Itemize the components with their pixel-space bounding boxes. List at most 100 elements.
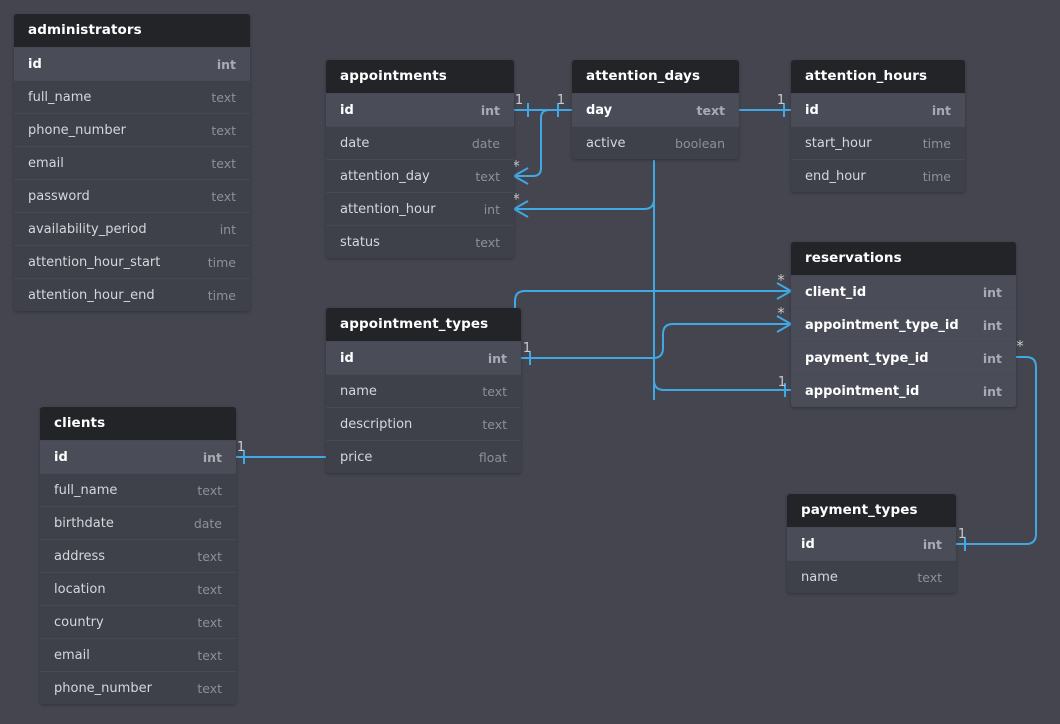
column-name: client_id bbox=[805, 284, 867, 300]
column-row[interactable]: appointment_type_id int bbox=[791, 308, 1016, 341]
column-type: text bbox=[197, 548, 222, 564]
link-appointment_types-reservations bbox=[521, 315, 794, 365]
column-row[interactable]: payment_type_id int bbox=[791, 341, 1016, 374]
column-name: payment_type_id bbox=[805, 350, 929, 366]
entity-table-attention_hours[interactable]: attention_hoursid int start_hour time end_ho… bbox=[791, 60, 965, 192]
column-row[interactable]: date date bbox=[326, 126, 514, 159]
column-row[interactable]: client_id int bbox=[791, 275, 1016, 308]
column-row[interactable]: country text bbox=[40, 605, 236, 638]
entity-table-attention_days[interactable]: attention_days day text active boolean bbox=[572, 60, 739, 159]
column-row[interactable]: name text bbox=[787, 560, 956, 593]
column-row[interactable]: id int bbox=[14, 47, 250, 80]
column-name: date bbox=[340, 135, 370, 151]
column-type: int bbox=[931, 102, 951, 118]
column-type: date bbox=[193, 515, 222, 531]
table-title-clients: clients bbox=[40, 407, 236, 440]
entity-table-appointment_types[interactable]: appointment_types id int name text descriptio… bbox=[326, 308, 521, 473]
column-row[interactable]: availability_period int bbox=[14, 212, 250, 245]
column-row[interactable]: end_hour time bbox=[791, 159, 965, 192]
link-appointments-reservations bbox=[653, 379, 791, 397]
column-row[interactable]: start_hour time bbox=[791, 126, 965, 159]
column-row[interactable]: address text bbox=[40, 539, 236, 572]
link-appointments-attention_days bbox=[514, 103, 572, 117]
column-row[interactable]: email text bbox=[14, 146, 250, 179]
table-title-attention_hours: attention_hours bbox=[791, 60, 965, 93]
column-type: int bbox=[480, 102, 500, 118]
column-row[interactable]: attention_hour_start time bbox=[14, 245, 250, 278]
column-row[interactable]: day text bbox=[572, 93, 739, 126]
table-title-reservations: reservations bbox=[791, 242, 1016, 275]
column-row[interactable]: name text bbox=[326, 374, 521, 407]
column-type: text bbox=[211, 188, 236, 204]
column-name: email bbox=[54, 647, 90, 663]
column-name: full_name bbox=[28, 89, 92, 105]
table-title-attention_days: attention_days bbox=[572, 60, 739, 93]
column-name: start_hour bbox=[805, 135, 872, 151]
column-name: active bbox=[586, 135, 626, 151]
cardinality-marker: 1 bbox=[958, 527, 966, 542]
column-type: text bbox=[211, 155, 236, 171]
column-row[interactable]: status text bbox=[326, 225, 514, 258]
entity-table-payment_types[interactable]: payment_types id int name text bbox=[787, 494, 956, 593]
column-row[interactable]: email text bbox=[40, 638, 236, 671]
column-name: name bbox=[801, 569, 838, 585]
column-row[interactable]: id int bbox=[40, 440, 236, 473]
column-type: text bbox=[211, 89, 236, 105]
cardinality-marker: * bbox=[1016, 337, 1024, 355]
entity-table-appointments[interactable]: appointments id int date date attention_day te… bbox=[326, 60, 514, 258]
entity-table-clients[interactable]: clients id int full_name text birthdate date ad… bbox=[40, 407, 236, 704]
column-row[interactable]: password text bbox=[14, 179, 250, 212]
column-type: time bbox=[922, 135, 951, 151]
column-name: id bbox=[340, 350, 354, 366]
column-name: id bbox=[340, 102, 354, 118]
column-type: int bbox=[487, 350, 507, 366]
column-type: int bbox=[202, 449, 222, 465]
column-type: int bbox=[922, 536, 942, 552]
column-row[interactable]: id int bbox=[326, 93, 514, 126]
column-row[interactable]: id int bbox=[787, 527, 956, 560]
column-name: description bbox=[340, 416, 413, 432]
column-row[interactable]: id int bbox=[326, 341, 521, 374]
column-type: text bbox=[211, 122, 236, 138]
column-name: end_hour bbox=[805, 168, 866, 184]
column-type: time bbox=[207, 287, 236, 303]
column-type: text bbox=[197, 581, 222, 597]
entity-table-reservations[interactable]: reservations client_id int appointment_type… bbox=[791, 242, 1016, 407]
column-type: date bbox=[471, 135, 500, 151]
column-row[interactable]: phone_number text bbox=[40, 671, 236, 704]
column-name: appointment_type_id bbox=[805, 317, 959, 333]
cardinality-marker: 1 bbox=[778, 375, 786, 390]
column-row[interactable]: attention_day text bbox=[326, 159, 514, 192]
column-name: id bbox=[28, 56, 42, 72]
column-type: int bbox=[982, 317, 1002, 333]
column-row[interactable]: full_name text bbox=[14, 80, 250, 113]
column-row[interactable]: appointment_id int bbox=[791, 374, 1016, 407]
column-name: name bbox=[340, 383, 377, 399]
er-diagram-canvas[interactable]: 1 1 1 * * * * * 1 1 1 1 administrators id int full_nam… bbox=[0, 0, 1060, 724]
column-name: attention_hour_start bbox=[28, 254, 161, 270]
entity-table-administrators[interactable]: administrators id int full_name text phone_nu… bbox=[14, 14, 250, 311]
column-name: location bbox=[54, 581, 106, 597]
column-row[interactable]: phone_number text bbox=[14, 113, 250, 146]
column-type: text bbox=[482, 416, 507, 432]
column-row[interactable]: attention_hour_end time bbox=[14, 278, 250, 311]
column-row[interactable]: active boolean bbox=[572, 126, 739, 159]
column-name: id bbox=[805, 102, 819, 118]
column-row[interactable]: location text bbox=[40, 572, 236, 605]
column-type: text bbox=[197, 647, 222, 663]
column-row[interactable]: description text bbox=[326, 407, 521, 440]
column-type: text bbox=[197, 614, 222, 630]
column-row[interactable]: attention_hour int bbox=[326, 192, 514, 225]
column-row[interactable]: birthdate date bbox=[40, 506, 236, 539]
column-type: int bbox=[216, 56, 236, 72]
column-name: attention_day bbox=[340, 168, 430, 184]
column-row[interactable]: price float bbox=[326, 440, 521, 473]
column-name: phone_number bbox=[54, 680, 152, 696]
column-name: phone_number bbox=[28, 122, 126, 138]
table-title-appointments: appointments bbox=[326, 60, 514, 93]
column-type: boolean bbox=[675, 135, 725, 151]
column-row[interactable]: full_name text bbox=[40, 473, 236, 506]
column-type: text bbox=[917, 569, 942, 585]
column-row[interactable]: id int bbox=[791, 93, 965, 126]
column-type: int bbox=[483, 201, 500, 217]
